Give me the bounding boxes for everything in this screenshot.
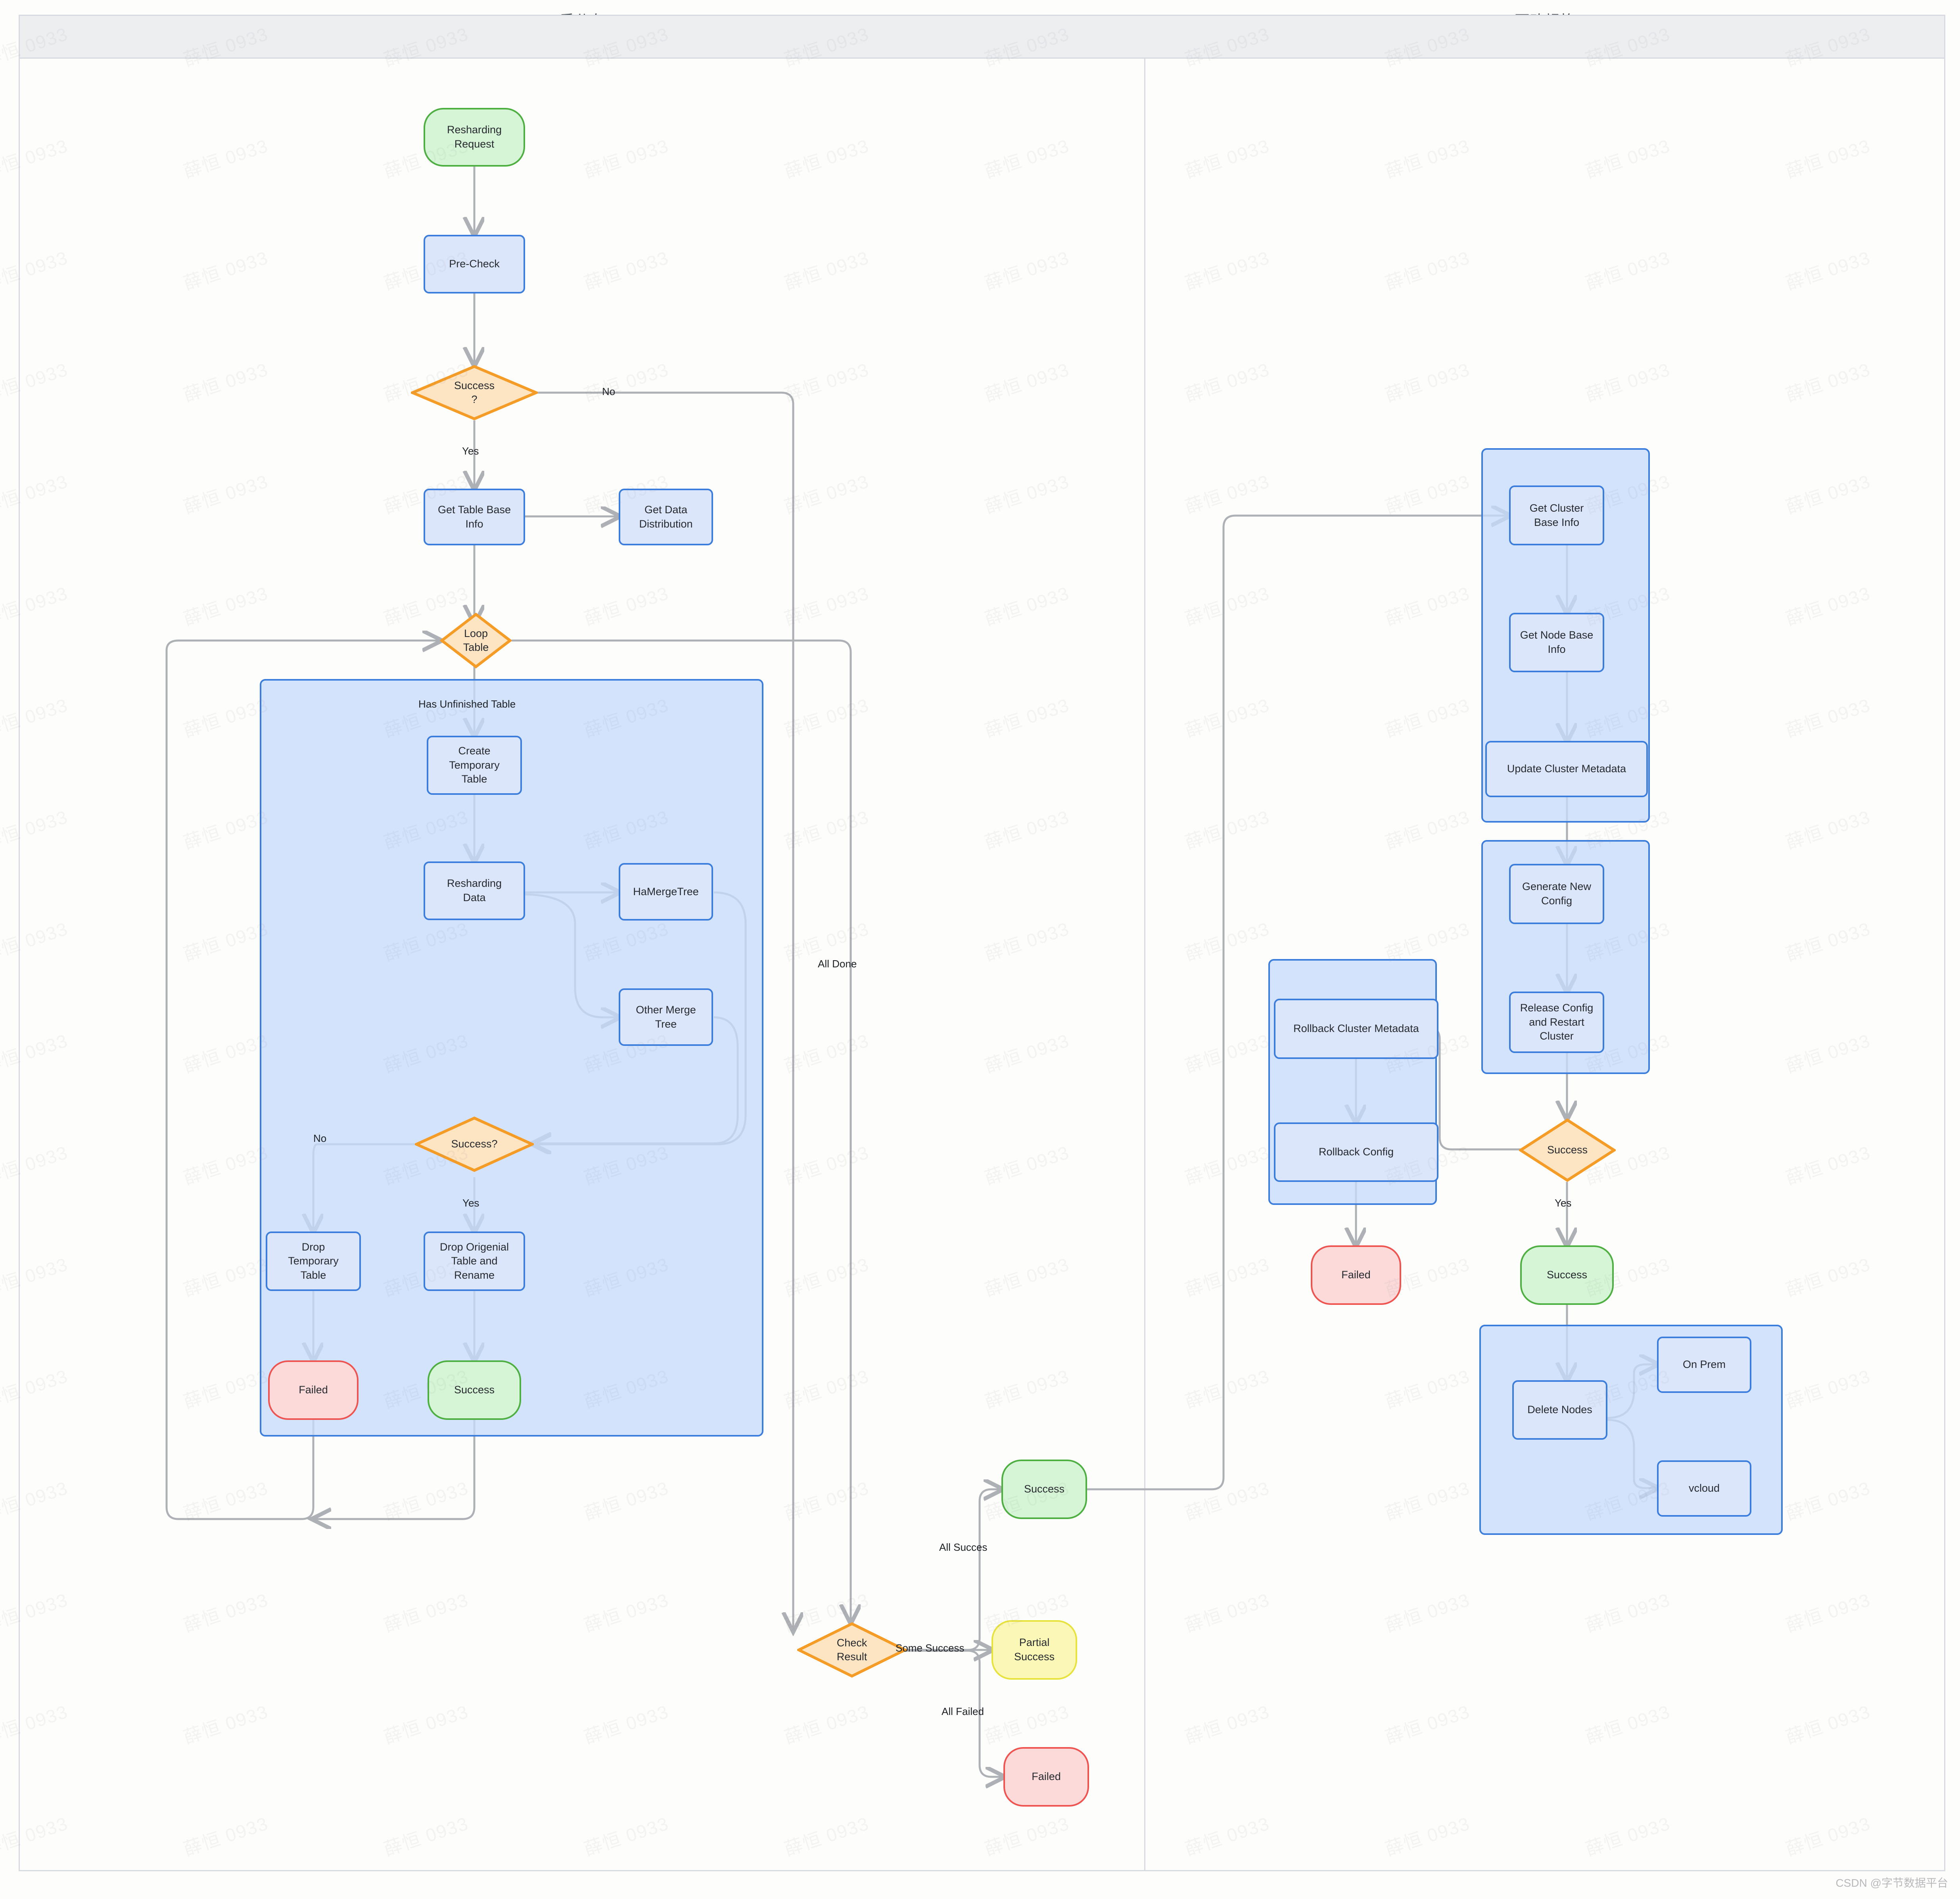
node-get-data-distribution[interactable]: Get Data Distribution — [619, 489, 713, 545]
node-get-node-base-info[interactable]: Get Node Base Info — [1509, 613, 1604, 672]
node-inner-success-question-label: Success? — [451, 1138, 498, 1150]
node-resharding-data[interactable]: Resharding Data — [424, 861, 525, 920]
edge-label-precheck-yes: Yes — [462, 445, 479, 457]
node-delete-nodes[interactable]: Delete Nodes — [1512, 1380, 1607, 1440]
edge-label-some-success: Some Success — [896, 1642, 965, 1654]
node-rollback-failed[interactable]: Failed — [1311, 1245, 1401, 1305]
node-create-temporary-table[interactable]: Create Temporary Table — [427, 736, 522, 795]
node-all-success[interactable]: Success — [1001, 1460, 1087, 1519]
edge-label-right-yes: Yes — [1555, 1197, 1572, 1209]
node-hamergetree[interactable]: HaMergeTree — [619, 863, 713, 921]
node-drop-original-rename[interactable]: Drop Origenial Table and Rename — [424, 1231, 525, 1291]
node-right-success-question[interactable]: Success — [1519, 1118, 1616, 1182]
node-loop-table[interactable]: Loop Table — [440, 613, 512, 668]
node-generate-new-config[interactable]: Generate New Config — [1509, 864, 1604, 924]
node-inner-success[interactable]: Success — [428, 1360, 521, 1420]
node-rollback-config[interactable]: Rollback Config — [1274, 1122, 1438, 1182]
edge-label-all-done: All Done — [818, 958, 857, 970]
node-check-result-label: Check Result — [836, 1636, 867, 1663]
node-pre-check[interactable]: Pre-Check — [424, 235, 525, 293]
node-inner-success-question[interactable]: Success? — [415, 1116, 534, 1172]
edge-label-precheck-no: No — [602, 386, 616, 397]
csdn-credit: CSDN @字节数据平台 — [1835, 1877, 1948, 1889]
node-all-failed[interactable]: Failed — [1003, 1747, 1089, 1807]
node-on-prem[interactable]: On Prem — [1657, 1337, 1751, 1393]
node-release-config-restart-cluster[interactable]: Release Config and Restart Cluster — [1509, 992, 1604, 1053]
node-right-success-question-label: Success — [1547, 1144, 1588, 1156]
node-get-table-base-info[interactable]: Get Table Base Info — [424, 489, 525, 545]
node-get-cluster-base-info[interactable]: Get Cluster Base Info — [1509, 485, 1604, 545]
node-right-success[interactable]: Success — [1520, 1245, 1614, 1305]
node-other-merge-tree[interactable]: Other Merge Tree — [619, 988, 713, 1046]
node-drop-temporary-table[interactable]: Drop Temporary Table — [266, 1231, 361, 1291]
node-resharding-request[interactable]: Resharding Request — [424, 108, 525, 167]
edge-label-inner-no: No — [313, 1132, 327, 1144]
node-inner-failed[interactable]: Failed — [268, 1360, 359, 1420]
node-partial-success[interactable]: Partial Success — [992, 1620, 1077, 1680]
edge-label-inner-yes: Yes — [462, 1197, 479, 1209]
node-update-cluster-metadata[interactable]: Update Cluster Metadata — [1485, 741, 1648, 797]
node-success-question-label: Success ? — [454, 379, 495, 405]
edge-label-all-failed: All Failed — [942, 1705, 984, 1717]
edge-label-all-success: All Succes — [939, 1541, 988, 1553]
node-rollback-cluster-metadata[interactable]: Rollback Cluster Metadata — [1274, 999, 1438, 1059]
node-check-result[interactable]: Check Result — [797, 1622, 907, 1678]
node-vcloud[interactable]: vcloud — [1657, 1460, 1751, 1517]
node-loop-table-label: Loop Table — [463, 627, 489, 653]
node-success-question[interactable]: Success ? — [411, 365, 538, 420]
edge-label-has-unfinished-table: Has Unfinished Table — [418, 698, 516, 710]
